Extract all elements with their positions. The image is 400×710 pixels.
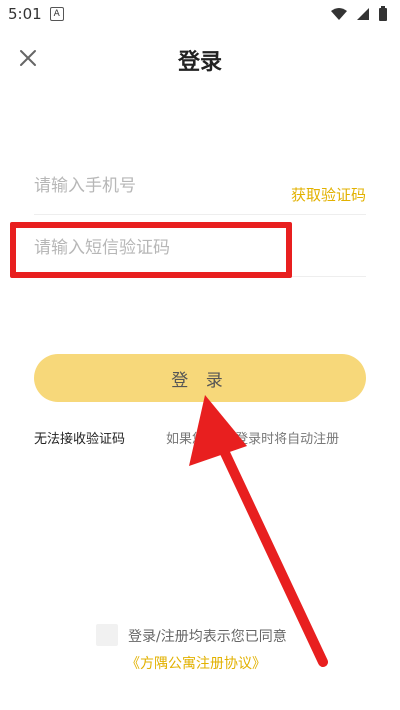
header: 登录 [0, 36, 400, 84]
status-time: 5:01 [8, 5, 42, 23]
login-button[interactable]: 登 录 [34, 354, 366, 402]
signal-icon [357, 8, 369, 20]
status-left: 5:01 A [8, 5, 64, 23]
agreement-checkbox[interactable] [96, 624, 118, 646]
notification-badge-label: A [53, 8, 60, 19]
notification-a-icon: A [49, 7, 64, 21]
status-bar: 5:01 A [0, 0, 400, 28]
page-title: 登录 [177, 50, 222, 75]
cannot-receive-code-link[interactable]: 无法接收验证码 [34, 428, 125, 447]
status-right [330, 6, 388, 22]
sms-code-input[interactable] [34, 238, 264, 258]
get-code-button[interactable]: 获取验证码 [291, 184, 366, 205]
sms-code-field [34, 238, 366, 277]
registration-agreement-link[interactable]: 《方隅公寓注册协议》 [126, 653, 266, 673]
phone-input[interactable] [34, 176, 264, 196]
agreement-text: 登录/注册均表示您已同意 [128, 629, 287, 645]
auto-register-note: 如果您 册，登录时将自动注册 [166, 432, 340, 447]
wifi-icon [331, 8, 347, 20]
battery-icon [379, 6, 387, 21]
phone-field: 获取验证码 [34, 176, 366, 215]
